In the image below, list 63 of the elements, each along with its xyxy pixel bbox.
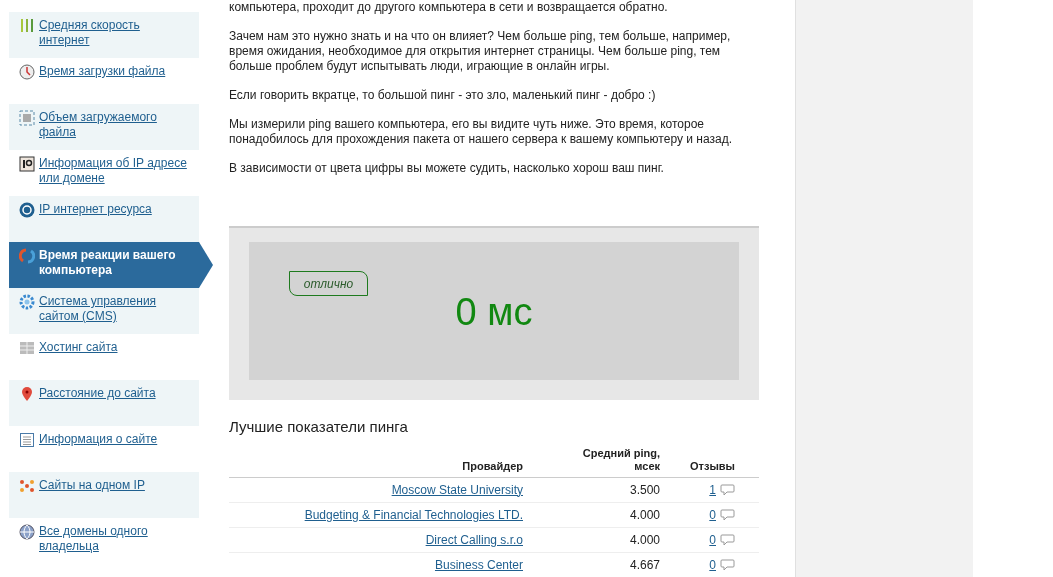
clock-icon <box>19 64 35 80</box>
reviews-link[interactable]: 0 <box>709 505 716 524</box>
comment-icon[interactable] <box>720 558 735 571</box>
grid-icon <box>19 340 35 356</box>
comment-icon[interactable] <box>720 508 735 521</box>
menu-item[interactable]: IP интернет ресурса <box>9 196 199 242</box>
round-badge-icon <box>19 202 35 218</box>
reviews-link[interactable]: 1 <box>709 480 716 499</box>
ping-value-cell: 4.000 <box>629 532 660 547</box>
active-menu-item[interactable]: Время реакции вашего компьютера <box>9 242 213 288</box>
menu-link[interactable]: Сайты на одном IP <box>39 478 145 493</box>
menu-link[interactable]: Все домены одного владельца <box>39 524 189 554</box>
menu-item[interactable]: Расстояние до сайта <box>9 380 199 426</box>
square-icon <box>19 110 35 126</box>
menu-item[interactable]: Хостинг сайта <box>9 334 199 380</box>
menu-link[interactable]: Время загрузки файла <box>39 64 166 79</box>
menu-link[interactable]: IP интернет ресурса <box>39 202 152 217</box>
reviews-link[interactable]: 0 <box>709 555 716 574</box>
comment-icon[interactable] <box>720 533 735 546</box>
menu-item[interactable]: Объем загружаемого файла <box>9 104 199 150</box>
menu-link[interactable]: Объем загружаемого файла <box>39 110 189 140</box>
paragraph: Зачем нам это нужно знать и на что он влияет? Чем больше ping, тем больше, например, время ожидания, необходимое для открытия интернет страницы. Чем больше ping, тем больше проблем будут испытывать люди, играющие в онлайн игры. <box>229 29 732 74</box>
comment-icon[interactable] <box>720 483 735 496</box>
column-header: Провайдер <box>462 459 523 472</box>
document-icon <box>19 432 35 448</box>
menu-link[interactable]: Информация об IP адресе или домене <box>39 156 189 186</box>
menu-link[interactable]: Хостинг сайта <box>39 340 118 355</box>
menu-item[interactable]: Информация об IP адресе или домене <box>9 150 199 196</box>
provider-link[interactable]: Budgeting & Financial Technologies LTD. <box>304 507 523 522</box>
provider-link[interactable]: Moscow State University <box>391 482 523 497</box>
provider-link[interactable]: Business Center <box>434 557 523 572</box>
menu-link[interactable]: Время реакции вашего компьютера <box>39 248 203 278</box>
provider-link[interactable]: Direct Calling s.r.o <box>425 532 523 547</box>
column-header: Средний ping, мсек <box>581 446 660 473</box>
menu-item[interactable]: Средняя скорость интернет <box>9 12 199 58</box>
table-title: Лучшие показатели пинга <box>229 417 409 437</box>
menu-item[interactable]: Время загрузки файла <box>9 58 199 104</box>
refresh-icon <box>19 248 35 264</box>
globe-icon <box>19 524 35 540</box>
paragraph: Мы измерили ping вашего компьютера, его вы видите чуть ниже. Это время, которое понадобилось для прохождения пакета от нашего сервера к вашему компьютеру и назад. <box>229 117 733 147</box>
map-pin-icon <box>19 386 35 402</box>
ping-value-cell: 3.500 <box>629 482 660 497</box>
menu-item[interactable]: Все домены одного владельца <box>9 518 199 564</box>
menu-link[interactable]: Информация о сайте <box>39 432 158 447</box>
menu-item[interactable]: Сайты на одном IP <box>9 472 199 518</box>
menu-link[interactable]: Расстояние до сайта <box>39 386 156 401</box>
paragraph: В зависимости от цвета цифры вы можете судить, насколько хорош ваш пинг. <box>229 161 665 176</box>
tag-icon <box>19 156 35 172</box>
dots-icon <box>19 478 35 494</box>
paragraph: компьютера, проходит до другого компьютера в сети и возвращается обратно. <box>229 0 669 15</box>
menu-link[interactable]: Система управления сайтом (CMS) <box>39 294 189 324</box>
ping-value-cell: 4.667 <box>629 557 660 572</box>
reviews-link[interactable]: 0 <box>709 530 716 549</box>
menu-item[interactable]: Система управления сайтом (CMS) <box>9 288 199 334</box>
bars-icon <box>19 18 35 34</box>
ping-value: 0 мс <box>454 290 534 335</box>
ping-value-cell: 4.000 <box>629 507 660 522</box>
gear-icon <box>19 294 35 310</box>
paragraph: Если говорить вкратце, то большой пинг - это зло, маленький пинг - добро :) <box>229 88 657 103</box>
menu-link[interactable]: Средняя скорость интернет <box>39 18 189 48</box>
menu-item[interactable]: Информация о сайте <box>9 426 199 472</box>
column-header: Отзывы <box>690 459 735 472</box>
rating-label: отлично <box>289 271 368 296</box>
